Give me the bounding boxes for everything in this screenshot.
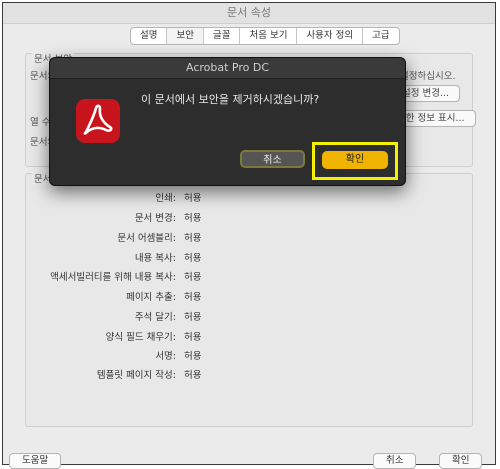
permission-label: 주석 달기:	[134, 312, 176, 323]
permission-label: 내용 복사:	[134, 253, 176, 264]
permission-row: 문서 변경: 허용	[26, 210, 226, 224]
permission-row: 주석 달기: 허용	[26, 309, 226, 323]
permission-label: 액세서빌러티를 위해 내용 복사:	[50, 272, 176, 283]
permission-row: 서명: 허용	[26, 348, 226, 362]
permission-label: 인쇄:	[155, 193, 176, 204]
tab-advanced[interactable]: 고급	[363, 28, 398, 44]
permission-value: 허용	[184, 193, 202, 204]
tab-bar: 설명 보안 글꼴 처음 보기 사용자 정의 고급	[130, 27, 400, 45]
permission-label: 문서 어셈블리:	[117, 233, 176, 244]
permission-value: 허용	[184, 312, 202, 323]
permission-value: 허용	[184, 370, 202, 381]
remove-security-dialog: Acrobat Pro DC 이 문서에서 보안을 제거하시겠습니까? 취소 확…	[49, 57, 406, 186]
permission-label: 서명:	[155, 351, 176, 362]
permission-row: 인쇄: 허용	[26, 190, 226, 204]
cancel-button[interactable]: 취소	[373, 453, 417, 469]
permission-value: 허용	[184, 272, 202, 283]
permission-value: 허용	[184, 233, 202, 244]
permission-label: 문서 변경:	[134, 213, 176, 224]
security-row1-right: 설정하십시오.	[400, 71, 456, 82]
restrictions-summary-panel: 문서 제 인쇄: 허용 문서 변경: 허용 문서 어셈블리: 허용 내용 복사:…	[25, 171, 473, 427]
dialog-message: 이 문서에서 보안을 제거하시겠습니까?	[141, 93, 320, 106]
dialog-confirm-button[interactable]: 확인	[322, 151, 388, 169]
permission-value: 허용	[184, 213, 202, 224]
permission-row: 내용 복사: 허용	[26, 250, 226, 264]
permission-label: 템플릿 페이지 작성:	[96, 370, 176, 381]
acrobat-icon	[76, 99, 120, 143]
security-row2-label: 열 수	[30, 117, 51, 128]
ok-button[interactable]: 확인	[439, 453, 483, 469]
permission-value: 허용	[184, 332, 202, 343]
dialog-cancel-button[interactable]: 취소	[240, 150, 305, 168]
permission-value: 허용	[184, 351, 202, 362]
tab-custom[interactable]: 사용자 정의	[297, 28, 364, 44]
permission-row: 양식 필드 채우기: 허용	[26, 329, 226, 343]
permission-row: 템플릿 페이지 작성: 허용	[26, 367, 226, 381]
tab-security[interactable]: 보안	[167, 28, 204, 44]
permission-row: 문서 어셈블리: 허용	[26, 230, 226, 244]
window-title: 문서 속성	[3, 3, 495, 24]
tab-fonts[interactable]: 글꼴	[204, 28, 241, 44]
permission-label: 페이지 추출:	[126, 292, 176, 303]
permission-row: 액세서빌러티를 위해 내용 복사: 허용	[26, 269, 226, 283]
permission-value: 허용	[184, 253, 202, 264]
tab-description[interactable]: 설명	[131, 28, 168, 44]
permission-value: 허용	[184, 292, 202, 303]
permission-label: 양식 필드 채우기:	[105, 332, 176, 343]
dialog-title: Acrobat Pro DC	[50, 58, 405, 79]
tab-initial-view[interactable]: 처음 보기	[240, 28, 298, 44]
permission-row: 페이지 추출: 허용	[26, 289, 226, 303]
help-button[interactable]: 도움말	[9, 453, 62, 469]
